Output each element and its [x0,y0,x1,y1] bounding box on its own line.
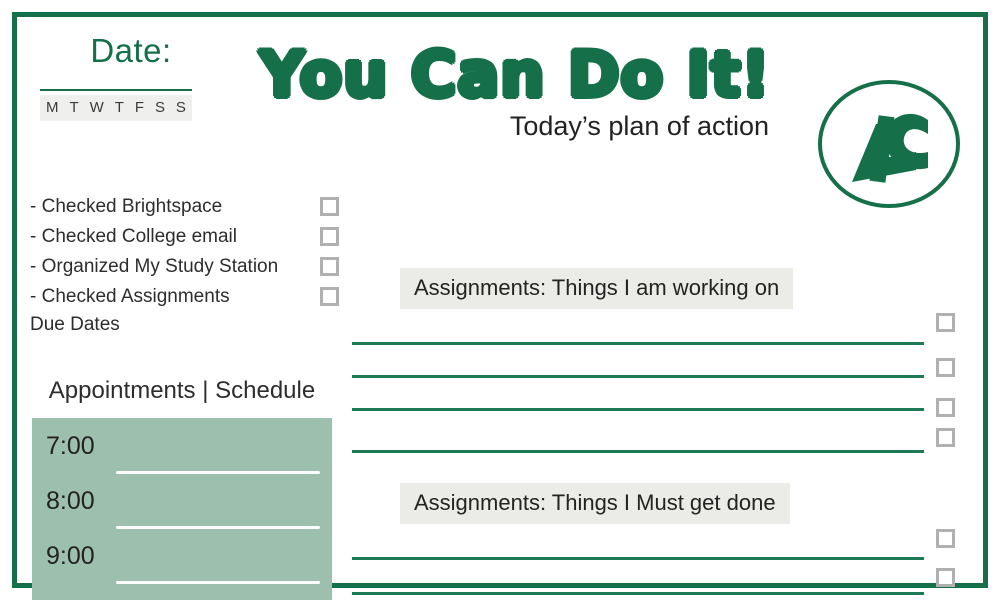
assignment-write-line[interactable] [352,375,924,378]
morning-checklist: - Checked Brightspace - Checked College … [30,192,350,338]
day-wednesday[interactable]: W [90,100,104,115]
page-subtitle: Today’s plan of action [509,111,769,141]
assignment-write-line[interactable] [352,408,924,411]
schedule-slot-write-line[interactable] [116,526,320,529]
assignment-write-line[interactable] [352,557,924,560]
date-label: Date: [90,32,172,69]
day-of-week-strip[interactable]: M T W T F S S [40,95,192,121]
assignment-checkbox[interactable] [936,568,955,587]
page-title: You Can Do It! [258,38,771,111]
assignment-write-line[interactable] [352,592,924,595]
assignment-checkbox[interactable] [936,529,955,548]
checklist-item-label: - Organized My Study Station [30,256,279,277]
section-header-working-on: Assignments: Things I am working on [400,268,794,309]
day-tuesday[interactable]: T [69,100,78,115]
day-saturday[interactable]: S [155,100,165,115]
date-block: Date: M T W T F S S [36,34,226,121]
checklist-checkbox[interactable] [320,257,339,276]
day-sunday[interactable]: S [176,100,186,115]
checklist-checkbox[interactable] [320,287,339,306]
checklist-checkbox[interactable] [320,227,339,246]
schedule-slot: 8:00 [32,489,332,544]
date-write-line[interactable] [40,89,192,91]
planner-page: Date: M T W T F S S You Can Do It! Today… [0,0,1000,600]
checklist-item: - Checked Assignments [30,282,350,312]
assignment-checkbox[interactable] [936,358,955,377]
assignment-checkbox[interactable] [936,398,955,417]
schedule-slot-time: 8:00 [46,487,95,515]
schedule-slot-write-line[interactable] [116,471,320,474]
checklist-item-label-continued: Due Dates [30,314,120,335]
checklist-item: - Checked Brightspace [30,192,350,222]
schedule-slot: 9:00 [32,544,332,599]
assignment-checkbox[interactable] [936,428,955,447]
assignment-write-line[interactable] [352,342,924,345]
checklist-item-label: - Checked Assignments [30,286,230,307]
schedule-slot: 7:00 [32,434,332,489]
schedule-slot-time: 9:00 [46,542,95,570]
assignment-checkbox[interactable] [936,313,955,332]
checklist-item: - Organized My Study Station [30,252,350,282]
checklist-item: - Checked College email [30,222,350,252]
checklist-checkbox[interactable] [320,197,339,216]
schedule-slot-time: 7:00 [46,432,95,460]
ac-logo-icon [818,80,960,208]
appointments-title: Appointments | Schedule [48,377,316,404]
day-monday[interactable]: M [46,100,59,115]
title-block: You Can Do It! Today’s plan of action [255,38,775,142]
checklist-item-label: - Checked Brightspace [30,196,223,217]
checklist-item-label: - Checked College email [30,226,237,247]
day-friday[interactable]: F [135,100,144,115]
ac-logo [816,78,962,210]
appointments-schedule-block: 7:00 8:00 9:00 [32,418,332,600]
section-header-must-get-done: Assignments: Things I Must get done [400,483,790,524]
day-thursday[interactable]: T [115,100,124,115]
schedule-slot-write-line[interactable] [116,581,320,584]
assignment-write-line[interactable] [352,450,924,453]
